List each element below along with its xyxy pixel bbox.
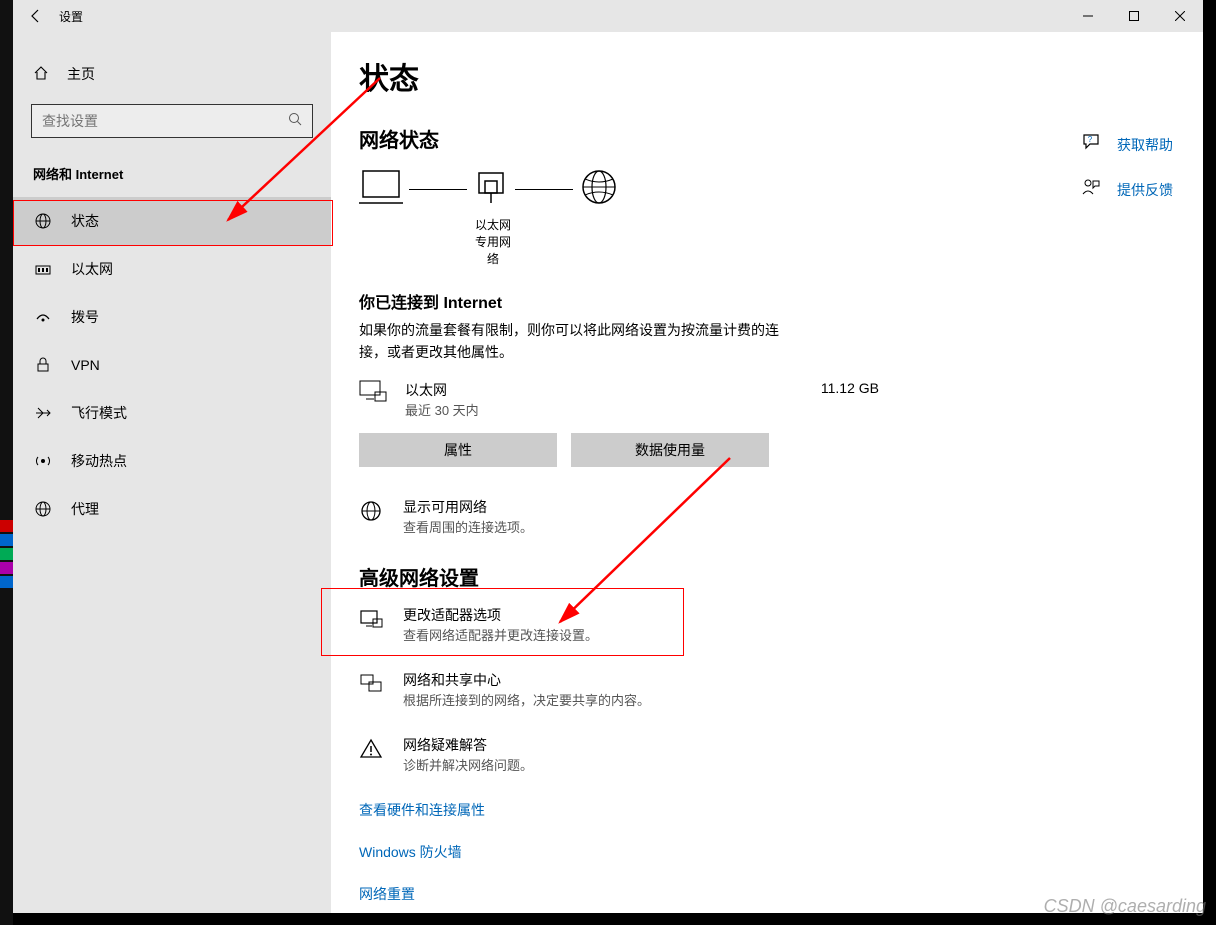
sidebar-item-ethernet[interactable]: 以太网 <box>13 245 331 293</box>
globe-outline-icon <box>359 497 385 528</box>
monitor-ethernet-icon <box>359 380 387 411</box>
search-icon <box>288 112 302 131</box>
sidebar-item-label: VPN <box>71 357 100 373</box>
sidebar: 主页 网络和 Internet 状态 以太网 <box>13 32 331 913</box>
option-sub: 诊断并解决网络问题。 <box>403 755 533 774</box>
usage-period: 最近 30 天内 <box>405 400 803 419</box>
search-input[interactable] <box>42 113 288 129</box>
option-sub: 查看网络适配器并更改连接设置。 <box>403 625 598 644</box>
minimize-button[interactable] <box>1065 0 1111 32</box>
connected-desc: 如果你的流量套餐有限制，则你可以将此网络设置为按流量计费的连接，或者更改其他属性… <box>359 319 779 364</box>
page-title: 状态 <box>359 54 1175 98</box>
option-title: 更改适配器选项 <box>403 605 598 625</box>
help-bubble-icon: ? <box>1081 132 1101 157</box>
back-button[interactable] <box>13 0 59 32</box>
show-networks-row[interactable]: 显示可用网络 查看周围的连接选项。 <box>359 497 879 536</box>
sidebar-item-label: 状态 <box>71 211 99 231</box>
sidebar-item-status[interactable]: 状态 <box>13 197 331 245</box>
diagram-network-type: 专用网络 <box>473 233 513 267</box>
adapter-options-row[interactable]: 更改适配器选项 查看网络适配器并更改连接设置。 <box>359 605 879 644</box>
title-bar: 设置 <box>13 0 1203 32</box>
link-network-reset[interactable]: 网络重置 <box>359 884 1175 904</box>
option-title: 网络疑难解答 <box>403 735 533 755</box>
close-button[interactable] <box>1157 0 1203 32</box>
section-advanced: 高级网络设置 <box>359 562 1175 591</box>
dial-icon <box>33 308 53 326</box>
warning-icon <box>359 735 385 766</box>
troubleshoot-row[interactable]: 网络疑难解答 诊断并解决网络问题。 <box>359 735 879 774</box>
computer-icon <box>359 167 403 212</box>
option-title: 显示可用网络 <box>403 497 533 517</box>
properties-button[interactable]: 属性 <box>359 433 557 467</box>
usage-name: 以太网 <box>405 380 803 400</box>
ethernet-icon <box>33 260 53 278</box>
globe-icon <box>579 167 619 212</box>
search-box[interactable] <box>31 104 313 138</box>
usage-amount: 11.12 GB <box>821 380 879 396</box>
desktop-edge <box>0 0 13 925</box>
ethernet-port-icon <box>473 167 509 212</box>
sidebar-item-label: 移动热点 <box>71 451 127 471</box>
sidebar-item-vpn[interactable]: VPN <box>13 341 331 389</box>
data-usage-button[interactable]: 数据使用量 <box>571 433 769 467</box>
sidebar-item-label: 代理 <box>71 499 99 519</box>
airplane-icon <box>33 404 53 422</box>
usage-row: 以太网 最近 30 天内 11.12 GB <box>359 380 879 419</box>
svg-text:?: ? <box>1088 135 1093 144</box>
category-label: 网络和 Internet <box>13 156 331 197</box>
diagram-ethernet-label: 以太网 <box>473 216 513 233</box>
option-title: 网络和共享中心 <box>403 670 650 690</box>
maximize-button[interactable] <box>1111 0 1157 32</box>
feedback-icon <box>1081 177 1101 202</box>
sidebar-item-dial[interactable]: 拨号 <box>13 293 331 341</box>
vpn-icon <box>33 356 53 374</box>
help-panel: ? 获取帮助 提供反馈 <box>1081 132 1173 222</box>
get-help-link[interactable]: ? 获取帮助 <box>1081 132 1173 157</box>
feedback-link[interactable]: 提供反馈 <box>1081 177 1173 202</box>
link-hardware-properties[interactable]: 查看硬件和连接属性 <box>359 800 1175 820</box>
home-icon <box>33 65 49 84</box>
network-diagram <box>359 167 1175 212</box>
sidebar-item-label: 以太网 <box>71 259 113 279</box>
adapter-icon <box>359 605 385 636</box>
option-sub: 根据所连接到的网络，决定要共享的内容。 <box>403 690 650 709</box>
help-label: 获取帮助 <box>1117 135 1173 155</box>
hotspot-icon <box>33 452 53 470</box>
feedback-label: 提供反馈 <box>1117 180 1173 200</box>
main-content: 状态 网络状态 以太网 专用网络 <box>331 32 1203 913</box>
proxy-icon <box>33 500 53 518</box>
sidebar-item-airplane[interactable]: 飞行模式 <box>13 389 331 437</box>
option-sub: 查看周围的连接选项。 <box>403 517 533 536</box>
sharing-icon <box>359 670 385 701</box>
sharing-center-row[interactable]: 网络和共享中心 根据所连接到的网络，决定要共享的内容。 <box>359 670 879 709</box>
connected-heading: 你已连接到 Internet <box>359 289 1175 313</box>
sidebar-item-label: 飞行模式 <box>71 403 127 423</box>
globe-status-icon <box>33 212 53 230</box>
sidebar-item-hotspot[interactable]: 移动热点 <box>13 437 331 485</box>
home-button[interactable]: 主页 <box>13 54 331 94</box>
sidebar-item-label: 拨号 <box>71 307 99 327</box>
sidebar-item-proxy[interactable]: 代理 <box>13 485 331 533</box>
section-network-status: 网络状态 <box>359 124 1175 153</box>
home-label: 主页 <box>67 64 95 84</box>
link-firewall[interactable]: Windows 防火墙 <box>359 842 1175 862</box>
settings-window: 设置 主页 网络和 Interne <box>13 0 1203 913</box>
diagram-labels: 以太网 专用网络 <box>359 216 1175 267</box>
window-title: 设置 <box>59 8 83 25</box>
